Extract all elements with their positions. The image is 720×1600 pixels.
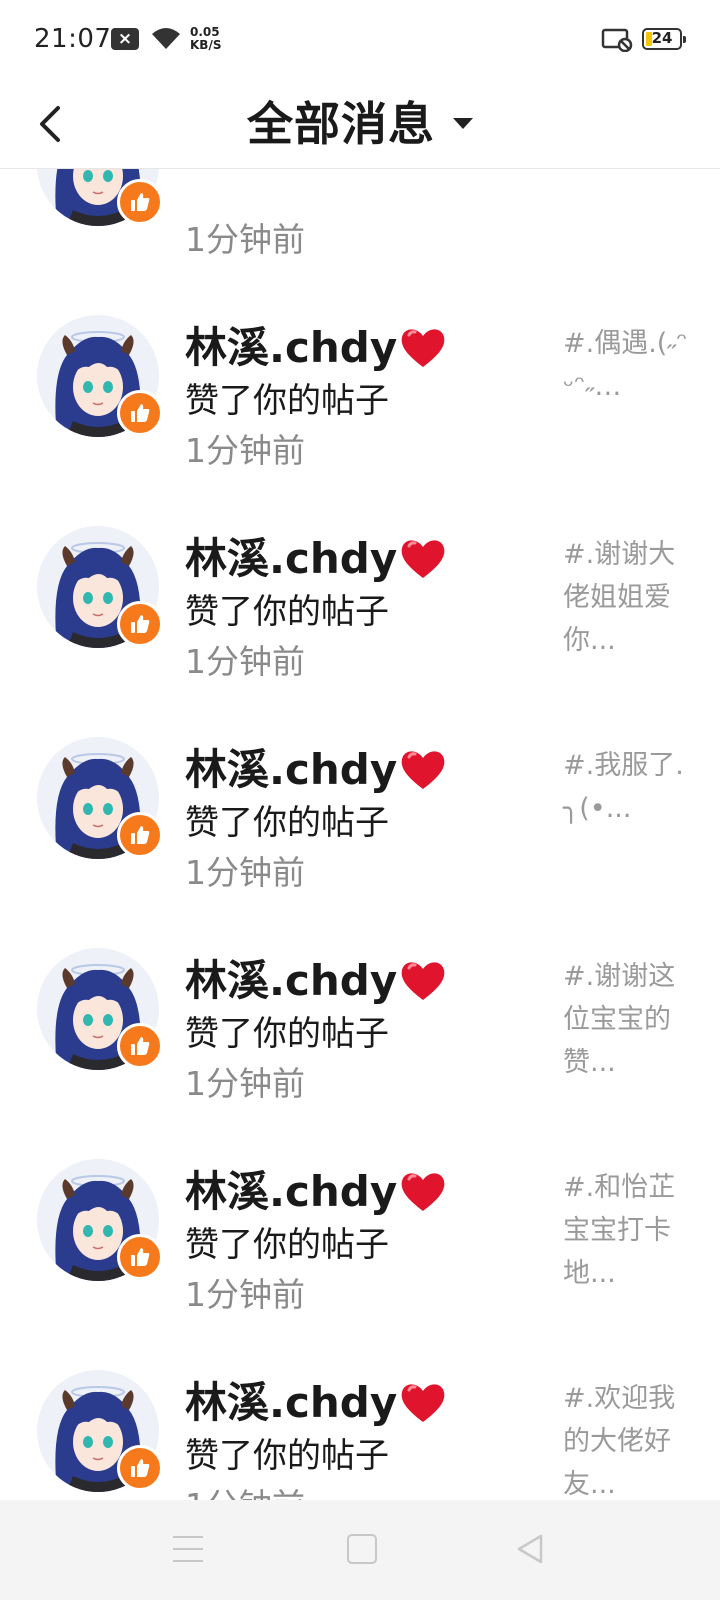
status-bar: 21:07 × 0.05 KB/S 24 — [0, 0, 720, 80]
user-name[interactable]: 林溪.chdy — [185, 947, 447, 1008]
battery-cap — [683, 36, 686, 43]
thumbs-up-icon — [131, 193, 150, 211]
post-snippet[interactable]: #.谢谢大佬姐姐爱你... — [563, 533, 693, 662]
thumbs-up-icon — [131, 1459, 150, 1477]
action-text: 赞了你的帖子 — [185, 1436, 389, 1476]
action-text: 赞了你的帖子 — [185, 803, 389, 843]
time-text: 1分钟前 — [185, 642, 305, 681]
user-name[interactable]: 林溪.chdy — [185, 1369, 447, 1430]
notification-item[interactable]: 林溪.chdy 赞了你的帖子 1分钟前 #.谢谢这位宝宝的赞... — [0, 903, 720, 1114]
system-nav-bar — [0, 1500, 720, 1600]
caret-down-icon — [453, 118, 473, 129]
net-speed-unit: KB/S — [190, 38, 222, 52]
user-name[interactable]: 林溪.chdy — [185, 525, 447, 586]
notification-item[interactable]: 林溪.chdy 赞了你的帖子 1分钟前 #.谢谢大佬姐姐爱你... — [0, 481, 720, 692]
notification-item[interactable]: 林溪.chdy 赞了你的帖子 1分钟前 #.偶遇.(˶ᵔᵕᵔ˶… — [0, 270, 720, 481]
user-name-text: 林溪.chdy — [185, 1167, 398, 1216]
like-badge — [117, 601, 163, 647]
notification-list-inner: 1分钟前 林溪.chdy 赞了你的帖子 1分钟前 #.偶遇.(˶ᵔᵕᵔ˶… 林溪… — [0, 169, 720, 1500]
time-text: 1分钟前 — [185, 431, 305, 470]
title-dropdown[interactable]: 全部消息 — [247, 80, 473, 168]
header: 全部消息 — [0, 80, 720, 169]
thumbs-up-icon — [131, 1248, 150, 1266]
status-time: 21:07 — [34, 24, 112, 54]
user-name-text: 林溪.chdy — [185, 323, 398, 372]
heart-icon — [401, 961, 445, 1000]
heart-icon — [401, 1383, 445, 1422]
triangle-back-icon[interactable] — [515, 1533, 545, 1565]
page-title: 全部消息 — [247, 97, 435, 151]
net-speed: 0.05 KB/S — [190, 26, 221, 52]
post-snippet[interactable]: #.偶遇.(˶ᵔᵕᵔ˶… — [563, 322, 693, 408]
thumbs-up-icon — [131, 615, 150, 633]
user-name-text: 林溪.chdy — [185, 745, 398, 794]
user-name-text: 林溪.chdy — [185, 1378, 398, 1427]
user-name[interactable]: 林溪.chdy — [185, 736, 447, 797]
heart-icon — [401, 328, 445, 367]
x-box-icon: × — [111, 28, 139, 50]
page-title-bar: 全部消息 — [0, 80, 720, 168]
battery-indicator: 24 — [642, 28, 686, 50]
thumbs-up-icon — [131, 404, 150, 422]
user-name[interactable]: 林溪.chdy — [185, 314, 447, 375]
like-badge — [117, 390, 163, 436]
action-text: 赞了你的帖子 — [185, 592, 389, 632]
post-snippet[interactable]: #.我服了.╮(•... — [563, 744, 693, 830]
notification-list[interactable]: 1分钟前 林溪.chdy 赞了你的帖子 1分钟前 #.偶遇.(˶ᵔᵕᵔ˶… 林溪… — [0, 169, 720, 1500]
action-text: 赞了你的帖子 — [185, 381, 389, 421]
like-badge — [117, 1023, 163, 1069]
user-name[interactable]: 林溪.chdy — [185, 1158, 447, 1219]
notification-item[interactable]: 林溪.chdy 赞了你的帖子 1分钟前 #.我服了.╮(•... — [0, 692, 720, 903]
post-snippet[interactable]: #.和怡芷宝宝打卡地... — [563, 1166, 693, 1295]
like-badge — [117, 1445, 163, 1491]
heart-icon — [401, 750, 445, 789]
post-snippet[interactable]: #.欢迎我的大佬好友... — [563, 1377, 693, 1500]
menu-icon[interactable] — [173, 1536, 203, 1564]
user-name-text: 林溪.chdy — [185, 534, 398, 583]
notification-item[interactable]: 林溪.chdy 赞了你的帖子 1分钟前 #.欢迎我的大佬好友... — [0, 1325, 720, 1500]
post-snippet[interactable]: #.谢谢这位宝宝的赞... — [563, 955, 693, 1084]
like-badge — [117, 1234, 163, 1280]
time-text: 1分钟前 — [185, 220, 305, 259]
battery-level: 24 — [651, 29, 673, 47]
square-home-icon[interactable] — [347, 1534, 377, 1564]
like-badge — [117, 179, 163, 225]
heart-icon — [401, 539, 445, 578]
time-text: 1分钟前 — [185, 1275, 305, 1314]
like-badge — [117, 812, 163, 858]
notification-item[interactable]: 1分钟前 — [0, 169, 720, 270]
notification-item[interactable]: 林溪.chdy 赞了你的帖子 1分钟前 #.和怡芷宝宝打卡地... — [0, 1114, 720, 1325]
heart-icon — [401, 1172, 445, 1211]
wifi-icon — [152, 28, 180, 49]
time-text: 1分钟前 — [185, 1064, 305, 1103]
time-text: 1分钟前 — [185, 1479, 305, 1500]
action-text: 赞了你的帖子 — [185, 1014, 389, 1054]
thumbs-up-icon — [131, 1037, 150, 1055]
action-text: 赞了你的帖子 — [185, 1225, 389, 1265]
user-name-text: 林溪.chdy — [185, 956, 398, 1005]
time-text: 1分钟前 — [185, 853, 305, 892]
thumbs-up-icon — [131, 826, 150, 844]
screen-cast-off-icon — [601, 28, 633, 52]
